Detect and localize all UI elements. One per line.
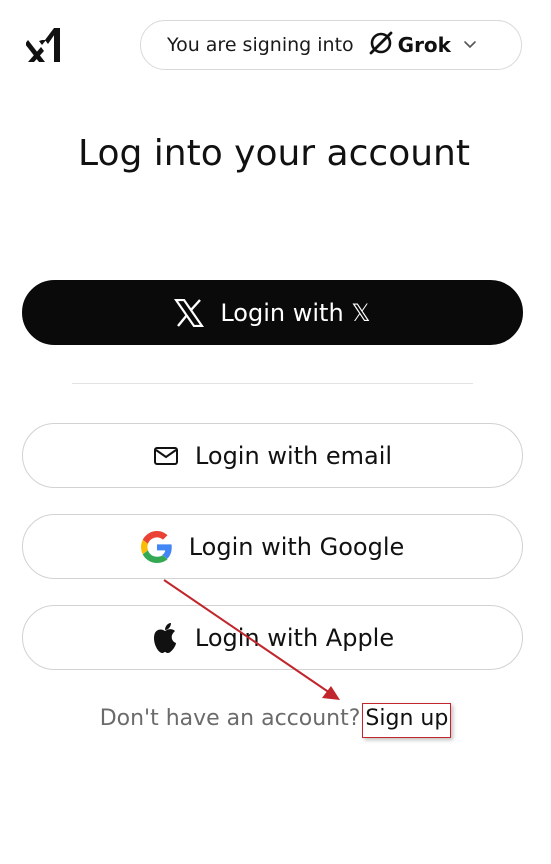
signing-into-label: You are signing into [167, 34, 354, 56]
login-with-email-label: Login with email [194, 441, 393, 470]
signup-row: Don't have an account? Sign up [0, 703, 551, 738]
login-with-x-button[interactable]: Login with 𝕏 [22, 280, 523, 345]
grok-logo-icon [368, 30, 394, 61]
xai-logo-icon[interactable] [25, 26, 64, 66]
login-with-apple-label: Login with Apple [194, 623, 395, 652]
grok-wordmark: Grok [397, 33, 451, 57]
grok-logo: Grok [368, 30, 451, 61]
google-logo-icon [140, 530, 173, 563]
divider [72, 383, 473, 384]
x-symbol: 𝕏 [351, 298, 371, 327]
chevron-down-icon [463, 40, 477, 50]
login-with-apple-button[interactable]: Login with Apple [22, 605, 523, 670]
login-with-email-button[interactable]: Login with email [22, 423, 523, 488]
product-selector[interactable]: You are signing into Grok [140, 20, 522, 70]
login-with-x-label: Login with [220, 298, 344, 327]
x-logo-icon [174, 298, 205, 327]
signup-prompt: Don't have an account? [99, 706, 361, 731]
mail-icon [153, 446, 179, 466]
signup-link[interactable]: Sign up [362, 703, 452, 738]
login-with-google-label: Login with Google [188, 532, 405, 561]
apple-logo-icon [151, 622, 179, 654]
page-title: Log into your account [78, 133, 470, 174]
login-with-google-button[interactable]: Login with Google [22, 514, 523, 579]
